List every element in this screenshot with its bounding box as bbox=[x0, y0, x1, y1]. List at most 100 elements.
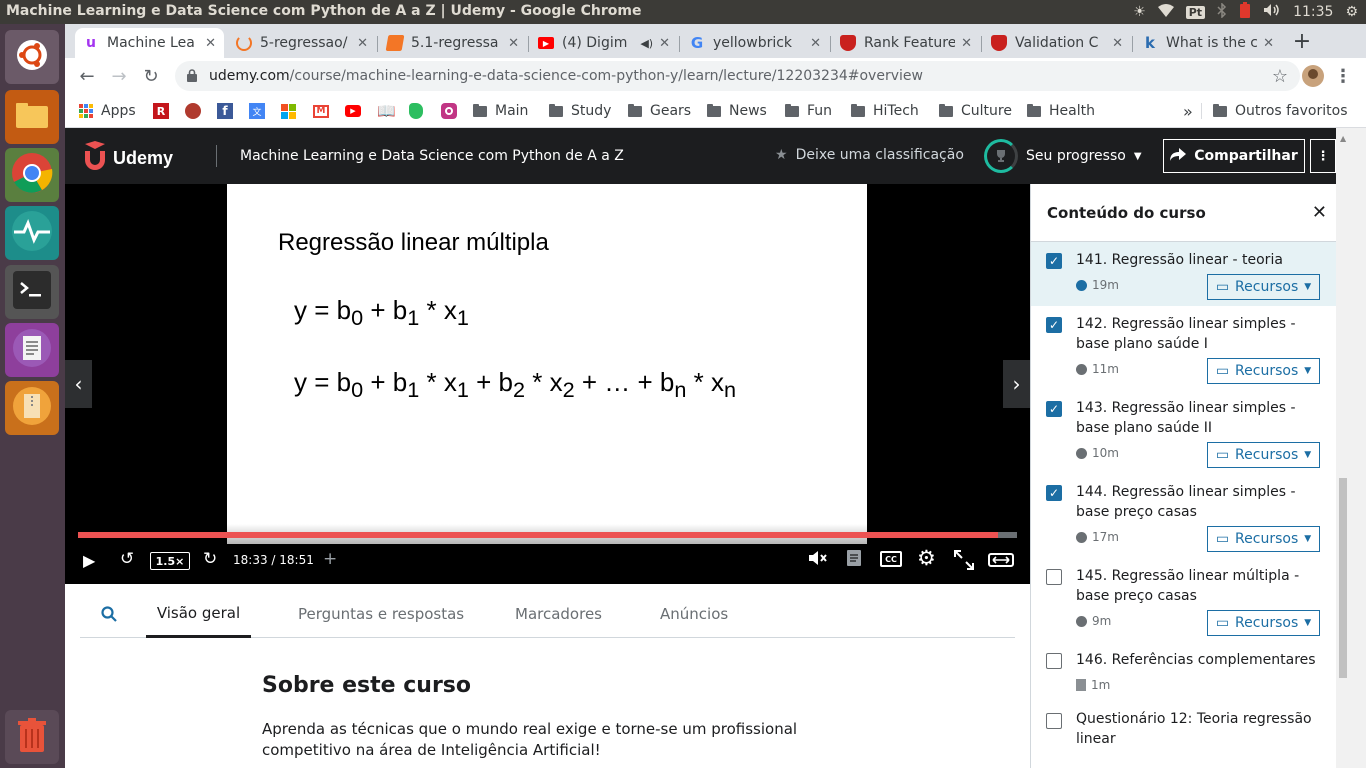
other-bookmarks[interactable]: Outros favoritos bbox=[1213, 100, 1348, 122]
incomplete-checkbox[interactable] bbox=[1046, 569, 1062, 585]
brightness-icon[interactable]: ☀ bbox=[1133, 4, 1146, 20]
close-tab-icon[interactable]: ✕ bbox=[810, 36, 821, 51]
bookmark-folder-hitech[interactable]: HiTech bbox=[851, 100, 919, 122]
incomplete-checkbox[interactable] bbox=[1046, 653, 1062, 669]
bluetooth-icon[interactable] bbox=[1217, 1, 1227, 22]
bookmark-folder-health[interactable]: Health bbox=[1027, 100, 1095, 122]
page-scrollbar[interactable]: ▲ bbox=[1336, 128, 1366, 768]
udemy-logo[interactable]: Udemy bbox=[81, 140, 173, 176]
fullscreen-icon[interactable] bbox=[954, 550, 974, 574]
scrollbar-thumb[interactable] bbox=[1339, 478, 1347, 678]
bookmark-folder-gears[interactable]: Gears bbox=[628, 100, 691, 122]
settings-gear-icon[interactable]: ⚙ bbox=[1345, 4, 1358, 20]
close-tab-icon[interactable]: ✕ bbox=[659, 36, 670, 51]
bookmark-instagram[interactable] bbox=[441, 100, 457, 122]
incomplete-checkbox[interactable] bbox=[1046, 713, 1062, 729]
bookmark-translate[interactable]: 文 bbox=[249, 100, 265, 122]
chrome-menu-icon[interactable]: ⋮ bbox=[1333, 66, 1353, 87]
playback-speed-button[interactable]: 1.5× bbox=[150, 552, 190, 570]
scroll-up-icon[interactable]: ▲ bbox=[1340, 134, 1346, 143]
browser-tab[interactable]: k What is the c ✕ bbox=[1134, 28, 1282, 58]
files-launcher[interactable] bbox=[5, 90, 59, 144]
close-tab-icon[interactable]: ✕ bbox=[205, 36, 216, 51]
close-tab-icon[interactable]: ✕ bbox=[508, 36, 519, 51]
close-icon[interactable]: ✕ bbox=[1312, 202, 1327, 223]
resources-button[interactable]: ▭ Recursos ▼ bbox=[1207, 442, 1320, 468]
chrome-launcher[interactable] bbox=[5, 148, 59, 202]
lecture-item[interactable]: ✓ 142. Regressão linear simples - base p… bbox=[1031, 306, 1337, 390]
lecture-item[interactable]: ✓ 143. Regressão linear simples - base p… bbox=[1031, 390, 1337, 474]
lecture-item[interactable]: 146. Referências complementares 1m bbox=[1031, 642, 1337, 702]
new-tab-icon[interactable]: + bbox=[1291, 29, 1313, 54]
bookmark-folder-culture[interactable]: Culture bbox=[939, 100, 1012, 122]
lecture-item[interactable]: ✓ 141. Regressão linear - teoria 19m ▭ Re… bbox=[1031, 242, 1337, 306]
captions-button[interactable]: CC bbox=[880, 551, 902, 567]
browser-tab[interactable]: ▶ (4) Digim ◀) ✕ bbox=[530, 28, 678, 58]
bookmark-folder-news[interactable]: News bbox=[707, 100, 767, 122]
forward-icon[interactable]: ↻ bbox=[203, 549, 217, 569]
transcript-icon[interactable] bbox=[846, 549, 862, 571]
bookmark-ball[interactable] bbox=[185, 100, 201, 122]
browser-tab[interactable]: G yellowbrick ✕ bbox=[681, 28, 829, 58]
browser-tab[interactable]: Validation C ✕ bbox=[983, 28, 1131, 58]
more-options-button[interactable]: ⋮ bbox=[1310, 139, 1336, 173]
close-tab-icon[interactable]: ✕ bbox=[1263, 36, 1274, 51]
search-icon[interactable] bbox=[101, 590, 117, 638]
bookmark-gmail[interactable]: M bbox=[313, 100, 329, 122]
play-icon[interactable]: ▶ bbox=[83, 551, 95, 570]
progress-track[interactable] bbox=[78, 532, 1017, 538]
bookmark-microsoft[interactable] bbox=[281, 100, 296, 122]
text-editor-launcher[interactable] bbox=[5, 323, 59, 377]
bookmark-evernote[interactable] bbox=[409, 100, 423, 122]
tab-overview[interactable]: Visão geral bbox=[146, 590, 251, 638]
forward-arrow-icon[interactable]: → bbox=[109, 66, 129, 87]
more-bookmarks-chevron[interactable]: » bbox=[1183, 100, 1193, 122]
resources-button[interactable]: ▭ Recursos ▼ bbox=[1207, 610, 1320, 636]
completed-checkbox[interactable]: ✓ bbox=[1046, 317, 1062, 333]
add-bookmark-icon[interactable]: + bbox=[323, 549, 337, 569]
bookmark-folder-main[interactable]: Main bbox=[473, 100, 528, 122]
lecture-item[interactable]: ✓ 144. Regressão linear simples - base p… bbox=[1031, 474, 1337, 558]
browser-tab[interactable]: 5-regressao/ ✕ bbox=[228, 28, 376, 58]
terminal-launcher[interactable] bbox=[5, 265, 59, 319]
clock[interactable]: 11:35 bbox=[1293, 4, 1333, 20]
mute-icon[interactable] bbox=[807, 549, 827, 571]
browser-tab[interactable]: Rank Feature ✕ bbox=[832, 28, 980, 58]
archive-launcher[interactable] bbox=[5, 381, 59, 435]
completed-checkbox[interactable]: ✓ bbox=[1046, 401, 1062, 417]
completed-checkbox[interactable]: ✓ bbox=[1046, 253, 1062, 269]
browser-tab[interactable]: u Machine Lea ✕ bbox=[75, 28, 224, 58]
bookmark-reader[interactable]: 📖 bbox=[377, 100, 396, 122]
bookmark-facebook[interactable]: f bbox=[217, 100, 233, 122]
tab-questions[interactable]: Perguntas e respostas bbox=[298, 590, 464, 638]
browser-tab[interactable]: 5.1-regressa ✕ bbox=[379, 28, 527, 58]
bookmark-youtube[interactable]: ▶ bbox=[345, 100, 361, 122]
expand-theater-icon[interactable] bbox=[988, 553, 1014, 571]
resources-button[interactable]: ▭ Recursos ▼ bbox=[1207, 274, 1320, 300]
share-button[interactable]: Compartilhar bbox=[1163, 139, 1305, 173]
bookmark-folder-fun[interactable]: Fun bbox=[785, 100, 832, 122]
close-tab-icon[interactable]: ✕ bbox=[1112, 36, 1123, 51]
video-player[interactable]: Regressão linear múltipla y = b0 + b1 * … bbox=[65, 184, 1030, 584]
apps-shortcut[interactable]: Apps bbox=[79, 100, 136, 122]
settings-gear-icon[interactable]: ⚙ bbox=[917, 546, 936, 570]
resources-button[interactable]: ▭ Recursos ▼ bbox=[1207, 526, 1320, 552]
rewind-icon[interactable]: ↺ bbox=[120, 549, 134, 569]
wifi-icon[interactable] bbox=[1157, 3, 1174, 21]
keyboard-layout-indicator[interactable]: Pt bbox=[1185, 5, 1206, 19]
close-tab-icon[interactable]: ✕ bbox=[357, 36, 368, 51]
back-arrow-icon[interactable]: ← bbox=[77, 66, 97, 87]
tab-announcements[interactable]: Anúncios bbox=[660, 590, 728, 638]
tab-bookmarks[interactable]: Marcadores bbox=[515, 590, 602, 638]
close-tab-icon[interactable]: ✕ bbox=[961, 36, 972, 51]
completed-checkbox[interactable]: ✓ bbox=[1046, 485, 1062, 501]
bookmark-star-icon[interactable]: ☆ bbox=[1272, 66, 1288, 87]
bookmark-r[interactable]: R bbox=[153, 100, 169, 122]
battery-icon[interactable] bbox=[1239, 1, 1251, 23]
next-lecture-button[interactable]: › bbox=[1003, 360, 1030, 408]
address-bar[interactable]: udemy.com/course/machine-learning-e-data… bbox=[175, 61, 1300, 91]
trash-launcher[interactable] bbox=[5, 710, 59, 764]
lecture-item[interactable]: 145. Regressão linear múltipla - base pr… bbox=[1031, 558, 1337, 642]
profile-avatar[interactable] bbox=[1302, 65, 1324, 87]
system-monitor-launcher[interactable] bbox=[5, 206, 59, 260]
